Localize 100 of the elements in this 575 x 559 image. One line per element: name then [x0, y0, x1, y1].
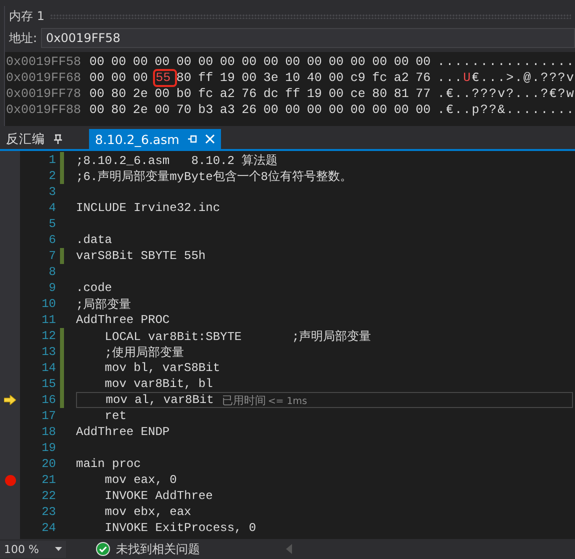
memory-byte: 00: [154, 87, 171, 101]
code-line: mov bl, varS8Bit: [104, 361, 220, 375]
code-line: varS8Bit SBYTE 55h: [76, 249, 206, 263]
memory-byte: 00: [242, 55, 258, 69]
memory-byte: 2e: [132, 87, 149, 101]
memory-address: 0x0019FF68: [5, 71, 82, 85]
line-number: 16: [40, 393, 56, 407]
line-number: 10: [40, 297, 56, 311]
memory-byte: 00: [328, 87, 345, 101]
memory-byte: 80: [111, 103, 128, 117]
line-number: 6: [48, 233, 56, 247]
code-line: ;使用局部变量: [104, 344, 184, 360]
breakpoint-icon[interactable]: [4, 474, 16, 486]
memory-byte: b0: [176, 87, 192, 101]
memory-address: 0x0019FF78: [5, 87, 82, 101]
memory-byte: 10: [285, 71, 302, 85]
memory-byte: 00: [394, 55, 410, 69]
line-number: 23: [40, 505, 56, 519]
memory-byte: 00: [285, 103, 302, 117]
memory-byte: 19: [220, 71, 236, 85]
line-number: 18: [40, 425, 56, 439]
memory-address: 0x0019FF58: [5, 55, 82, 69]
memory-byte: 19: [306, 87, 323, 101]
memory-byte: 00: [176, 55, 192, 69]
editor-tab[interactable]: 8.10.2_6.asm: [89, 129, 222, 149]
address-field[interactable]: 0x0019FF58: [41, 28, 575, 48]
memory-byte: 00: [306, 103, 323, 117]
pin-icon[interactable]: [53, 134, 63, 144]
line-number: 2: [48, 169, 56, 183]
code-line: AddThree ENDP: [76, 425, 170, 439]
memory-byte: 76: [242, 87, 258, 101]
memory-byte: 00: [372, 55, 388, 69]
code-line: main proc: [76, 457, 141, 471]
memory-byte: 00: [198, 55, 214, 69]
editor-tab[interactable]: 反汇编: [0, 129, 69, 149]
memory-byte: 00: [350, 103, 366, 117]
memory-ascii: .€..???v?...?€?w: [437, 87, 575, 101]
memory-byte: 00: [89, 103, 106, 117]
line-number: 12: [40, 329, 56, 343]
check-icon: [96, 542, 110, 556]
code-line: ;8.10.2_6.asm 8.10.2 算法题: [76, 152, 278, 168]
close-icon[interactable]: [205, 134, 216, 144]
code-line: mov var8Bit, bl: [104, 377, 213, 391]
memory-byte: 00: [350, 55, 366, 69]
code-line: mov al, var8Bit: [104, 393, 214, 407]
line-number: 19: [40, 441, 56, 455]
line-number: 13: [40, 345, 56, 359]
line-number: 11: [40, 313, 56, 327]
memory-byte: 70: [176, 103, 192, 117]
line-number: 7: [48, 249, 56, 263]
zoom-dropdown[interactable]: 100 %: [0, 540, 66, 558]
line-number: 20: [40, 457, 56, 471]
memory-byte: 00: [416, 55, 432, 69]
memory-byte: 00: [154, 55, 171, 69]
code-line: INCLUDE Irvine32.inc: [76, 201, 220, 215]
memory-byte: 26: [242, 103, 258, 117]
memory-byte: 3e: [263, 71, 280, 85]
memory-byte: c9: [350, 71, 366, 85]
code-line: ret: [104, 409, 126, 423]
memory-address: 0x0019FF88: [5, 103, 82, 117]
issues-status: 未找到相关问题: [116, 540, 200, 558]
memory-byte: 00: [89, 87, 106, 101]
code-line: mov ebx, eax: [104, 505, 192, 519]
memory-byte: 00: [89, 71, 106, 85]
memory-byte: 00: [263, 55, 280, 69]
memory-byte: ff: [285, 87, 302, 101]
memory-byte: 00: [242, 71, 258, 85]
memory-byte: 00: [285, 55, 302, 69]
elapsed-time-hint: 已用时间 <= 1ms: [222, 392, 308, 408]
panel-title: 内存 1: [9, 8, 44, 24]
code-line: mov eax, 0: [104, 473, 177, 487]
code-line: ;6.声明局部变量myByte包含一个8位有符号整数。: [76, 168, 352, 184]
code-line: INVOKE AddThree: [104, 489, 213, 503]
memory-byte: fc: [198, 87, 214, 101]
line-number: 4: [48, 201, 56, 215]
line-number: 9: [48, 281, 56, 295]
memory-byte: 77: [416, 87, 432, 101]
memory-byte: 00: [263, 103, 280, 117]
line-number: 3: [48, 185, 56, 199]
line-number: 8: [48, 265, 56, 279]
memory-byte: 00: [372, 103, 388, 117]
memory-byte: 2e: [132, 103, 149, 117]
line-number: 21: [40, 473, 56, 487]
line-number: 22: [40, 489, 56, 503]
code-line: .data: [76, 233, 112, 247]
code-line: .code: [76, 281, 112, 295]
memory-byte: 00: [306, 55, 323, 69]
memory-byte: 80: [372, 87, 388, 101]
code-line: LOCAL var8Bit:SBYTE ;声明局部变量: [104, 328, 372, 344]
memory-byte: 00: [328, 55, 345, 69]
memory-byte: a3: [220, 103, 236, 117]
line-number: 1: [48, 153, 56, 167]
memory-byte: 80: [111, 87, 128, 101]
memory-ascii: ................: [437, 55, 575, 69]
line-number: 15: [40, 377, 56, 391]
memory-byte: 00: [154, 103, 171, 117]
memory-byte: ce: [350, 87, 366, 101]
memory-byte: 00: [132, 71, 149, 85]
memory-ascii: .€..p??&........: [437, 103, 575, 117]
memory-byte: a2: [394, 71, 410, 85]
